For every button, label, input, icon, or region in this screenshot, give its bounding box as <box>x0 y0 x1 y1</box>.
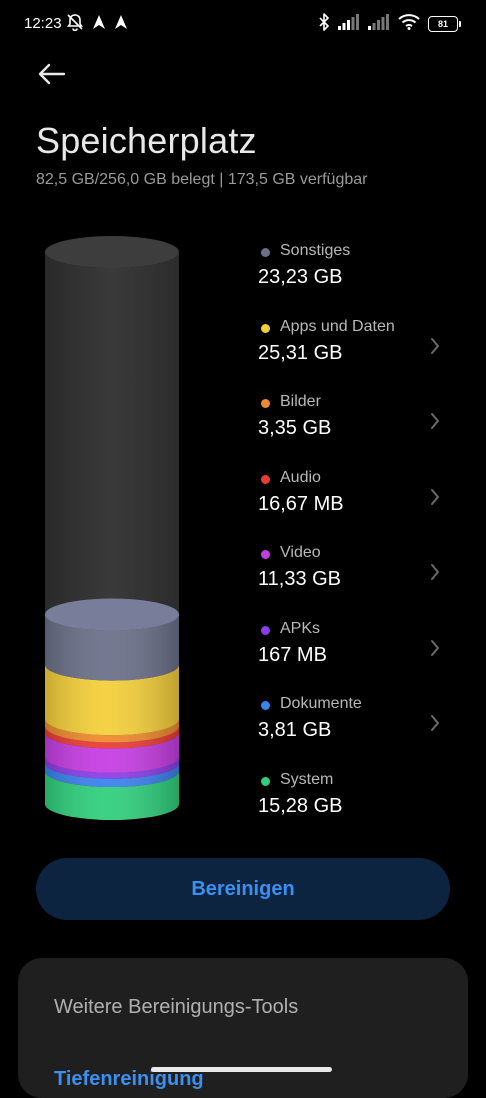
legend-label: Video <box>280 544 321 561</box>
legend-item-bilder[interactable]: Bilder 3,35 GB <box>258 393 458 453</box>
legend-value: 3,81 GB <box>258 719 332 741</box>
status-left-icons <box>66 13 128 36</box>
bluetooth-icon <box>318 12 330 36</box>
legend-item-sonstiges: Sonstiges 23,23 GB <box>258 242 458 302</box>
cylinder-fill-top <box>45 598 179 631</box>
legend-value: 167 MB <box>258 643 327 666</box>
more-cleaning-tools-card: Weitere Bereinigungs-Tools Tiefenreinigu… <box>18 958 468 1098</box>
status-bar: 12:23 81 <box>0 0 486 48</box>
legend-item-apks[interactable]: APKs 167 MB <box>258 620 458 680</box>
chevron-right-icon <box>431 715 440 731</box>
legend-label: Audio <box>280 468 321 486</box>
legend-value: 25,31 GB <box>258 341 343 364</box>
tools-title: Weitere Bereinigungs-Tools <box>54 996 299 1018</box>
legend-color-dot <box>261 399 270 408</box>
legend-color-dot <box>261 776 270 786</box>
legend-color-dot <box>261 323 270 333</box>
page-title: Speicherplatz <box>36 120 257 161</box>
status-time: 12:23 <box>24 15 62 32</box>
wifi-icon <box>398 13 420 35</box>
legend-item-apps-und-daten[interactable]: Apps und Daten 25,31 GB <box>258 318 458 378</box>
legend-label: System <box>280 770 334 788</box>
legend-value: 23,23 GB <box>258 266 343 288</box>
chevron-right-icon <box>431 639 440 656</box>
legend-item-system: System 15,28 GB <box>258 771 458 831</box>
chevron-right-icon <box>431 564 440 580</box>
signal-icon <box>338 13 360 35</box>
status-right-icons: 81 <box>318 12 461 36</box>
legend-value: 16,67 MB <box>258 492 344 515</box>
cylinder-top <box>45 236 179 268</box>
back-button[interactable] <box>34 58 70 90</box>
legend-item-video[interactable]: Video 11,33 GB <box>258 544 458 604</box>
battery-icon: 81 <box>428 16 461 32</box>
chevron-right-icon <box>431 413 440 429</box>
storage-summary: 82,5 GB/256,0 GB belegt | 173,5 GB verfü… <box>36 171 368 188</box>
legend-label: Apps und Daten <box>280 317 395 335</box>
chevron-right-icon <box>431 488 440 505</box>
chevron-right-icon <box>431 337 440 354</box>
muted-notification-icon <box>66 13 84 36</box>
navigation-arrow-icon <box>92 14 106 35</box>
legend-color-dot <box>261 625 270 635</box>
legend-color-dot <box>261 701 270 710</box>
legend-value: 15,28 GB <box>258 794 343 817</box>
legend-color-dot <box>261 550 270 559</box>
legend-item-dokumente[interactable]: Dokumente 3,81 GB <box>258 695 458 755</box>
storage-cylinder-chart <box>45 236 179 820</box>
navigation-arrow-icon <box>114 14 128 35</box>
clean-button[interactable]: Bereinigen <box>36 858 450 920</box>
legend-color-dot <box>261 248 270 257</box>
legend-item-audio[interactable]: Audio 16,67 MB <box>258 469 458 529</box>
signal-icon <box>368 13 390 35</box>
legend-label: Sonstiges <box>280 242 351 259</box>
legend-label: APKs <box>280 619 321 637</box>
legend-label: Dokumente <box>280 695 362 712</box>
legend-label: Bilder <box>280 393 321 410</box>
back-arrow-icon <box>38 63 66 85</box>
legend-color-dot <box>261 474 270 484</box>
legend-value: 11,33 GB <box>258 568 342 590</box>
legend-value: 3,35 GB <box>258 417 332 439</box>
home-indicator[interactable] <box>151 1067 332 1072</box>
